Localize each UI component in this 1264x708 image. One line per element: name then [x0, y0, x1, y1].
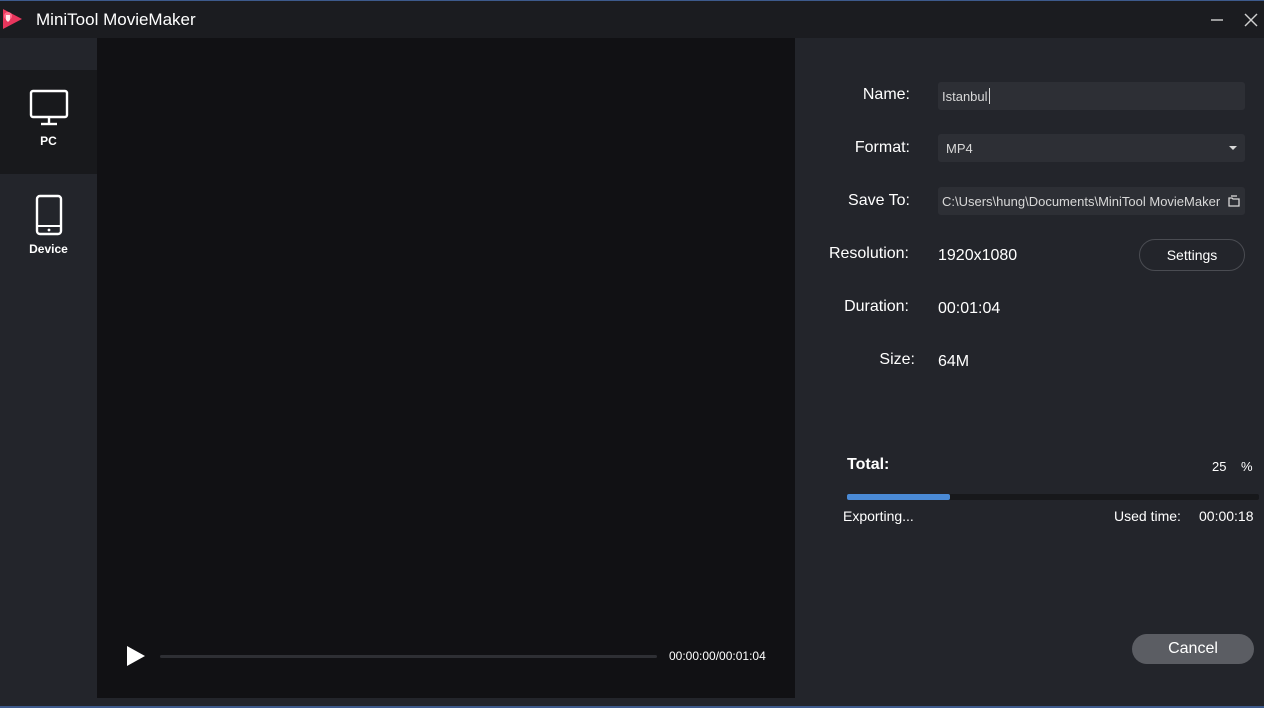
save-to-label: Save To: — [848, 192, 910, 209]
resolution-value: 1920x1080 — [938, 247, 1018, 264]
export-progress-bar — [847, 494, 1259, 500]
format-label: Format: — [854, 139, 910, 156]
seek-bar[interactable] — [160, 655, 657, 658]
title-bar: MiniTool MovieMaker — [0, 1, 1264, 38]
sidebar-item-label: PC — [40, 134, 57, 148]
progress-percent: 25 — [1212, 459, 1227, 474]
close-button[interactable] — [1238, 7, 1264, 33]
save-path-field[interactable]: C:\Users\hung\Documents\MiniTool MovieMa… — [938, 187, 1245, 215]
cancel-button[interactable]: Cancel — [1132, 634, 1254, 664]
settings-button[interactable]: Settings — [1139, 239, 1245, 271]
app-window: MiniTool MovieMaker PC Device 00:00:00/0… — [0, 0, 1264, 708]
duration-value: 00:01:04 — [938, 300, 1001, 317]
export-target-sidebar: PC Device — [0, 38, 97, 706]
sidebar-item-pc[interactable]: PC — [0, 70, 97, 174]
settings-button-label: Settings — [1166, 247, 1218, 263]
resolution-label: Resolution: — [828, 245, 909, 262]
used-time-value: 00:00:18 — [1199, 508, 1254, 524]
chevron-down-icon — [1229, 146, 1237, 150]
name-input[interactable]: Istanbul — [938, 82, 1245, 110]
size-label: Size: — [879, 351, 915, 368]
name-label: Name: — [862, 86, 910, 103]
format-value: MP4 — [946, 140, 973, 156]
play-button[interactable] — [123, 644, 147, 668]
close-icon — [1244, 13, 1258, 27]
monitor-icon — [29, 89, 68, 126]
sidebar-item-label: Device — [29, 242, 68, 256]
save-path-value: C:\Users\hung\Documents\MiniTool MovieMa… — [942, 193, 1221, 209]
name-value: Istanbul — [942, 88, 988, 104]
play-icon — [127, 646, 145, 666]
minimize-button[interactable] — [1204, 7, 1230, 33]
duration-label: Duration: — [844, 298, 909, 315]
format-select[interactable]: MP4 — [938, 134, 1245, 162]
minimize-icon — [1211, 19, 1223, 21]
export-settings-panel: Name: Istanbul Format: MP4 Save To: C:\U… — [795, 38, 1264, 706]
export-status: Exporting... — [843, 508, 914, 524]
sidebar-item-device[interactable]: Device — [0, 174, 97, 278]
used-time-label: Used time: — [1114, 508, 1181, 524]
export-progress-fill — [847, 494, 950, 500]
folder-icon — [1228, 195, 1240, 207]
playback-time: 00:00:00/00:01:04 — [669, 649, 766, 663]
phone-icon — [35, 194, 62, 236]
window-title: MiniTool MovieMaker — [36, 10, 196, 29]
video-preview: 00:00:00/00:01:04 — [97, 38, 795, 698]
cancel-button-label: Cancel — [1168, 640, 1218, 657]
total-label: Total: — [847, 456, 890, 473]
size-value: 64M — [938, 353, 970, 370]
percent-sign: % — [1241, 459, 1253, 474]
app-logo-icon — [0, 7, 24, 31]
